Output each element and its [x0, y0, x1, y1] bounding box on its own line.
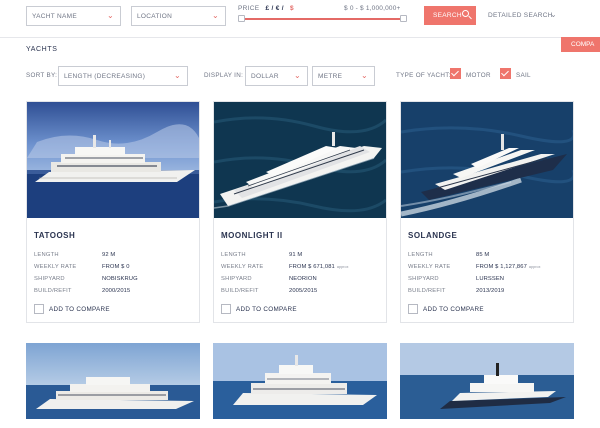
currency-select-value: DOLLAR	[251, 73, 279, 80]
type-of-yacht-label: TYPE OF YACHT:	[396, 72, 451, 79]
spec-value: FROM $ 0	[102, 264, 130, 270]
spec-label: BUILD/REFIT	[34, 288, 72, 294]
spec-value: 85 M	[476, 252, 490, 258]
spec-value: 2000/2015	[102, 288, 131, 294]
weekly-rate-value: FROM $ 1,127,867	[476, 264, 527, 270]
spec-value: LURSSEN	[476, 276, 505, 282]
spec-label: LENGTH	[34, 252, 59, 258]
spec-value: 91 M	[289, 252, 303, 258]
yacht-photo[interactable]	[400, 343, 574, 419]
price-slider-track[interactable]	[240, 18, 404, 20]
yacht-card[interactable]: MOONLIGHT II LENGTH 91 M WEEKLY RATE FRO…	[213, 101, 387, 323]
spec-value: NEORION	[289, 276, 317, 282]
spec-label: SHIPYARD	[408, 276, 439, 282]
yacht-card[interactable]: TATOOSH LENGTH 92 M WEEKLY RATE FROM $ 0…	[26, 101, 200, 323]
compare-label: ADD TO COMPARE	[423, 306, 484, 313]
yacht-card[interactable]: SOLANDGE LENGTH 85 M WEEKLY RATE FROM $ …	[400, 101, 574, 323]
spec-value: FROM $ 671,081 approx	[289, 264, 348, 270]
spec-value: NOBISKRUG	[102, 276, 138, 282]
unit-select[interactable]: METRE ⌄	[312, 66, 375, 86]
chevron-down-icon: ⌄	[211, 11, 219, 20]
currency-usd-toggle[interactable]: $	[290, 5, 294, 12]
price-label: PRICE £ / € / $	[238, 5, 294, 12]
yacht-photo[interactable]	[401, 102, 573, 218]
location-select[interactable]: LOCATION ⌄	[131, 6, 226, 26]
sail-checkbox[interactable]	[500, 68, 511, 79]
spec-value: 2013/2019	[476, 288, 505, 294]
header-divider	[0, 37, 600, 38]
spec-label: LENGTH	[408, 252, 433, 258]
spec-label: BUILD/REFIT	[221, 288, 259, 294]
compare-tab[interactable]: COMPA	[561, 37, 600, 52]
price-range-readout: $ 0 - $ 1,000,000+	[344, 5, 401, 12]
page-title: YACHTS	[26, 46, 58, 53]
compare-label: ADD TO COMPARE	[49, 306, 110, 313]
weekly-rate-value: FROM $ 0	[102, 264, 130, 270]
detailed-search-toggle[interactable]: DETAILED SEARCH ⌄	[488, 10, 557, 19]
spec-label: BUILD/REFIT	[408, 288, 446, 294]
spec-label: WEEKLY RATE	[408, 264, 451, 270]
unit-select-value: METRE	[318, 73, 343, 80]
yacht-photo[interactable]	[26, 343, 200, 419]
chevron-down-icon: ⌄	[293, 71, 301, 80]
motor-checkbox[interactable]	[450, 68, 461, 79]
spec-label: WEEKLY RATE	[221, 264, 264, 270]
detailed-search-label: DETAILED SEARCH	[488, 12, 553, 19]
spec-value: 92 M	[102, 252, 116, 258]
compare-checkbox[interactable]	[408, 304, 418, 314]
spec-label: WEEKLY RATE	[34, 264, 77, 270]
price-title: PRICE	[238, 5, 260, 12]
search-button[interactable]: SEARCH	[424, 6, 476, 25]
yacht-name-select-label: YACHT NAME	[32, 13, 78, 20]
weekly-rate-value: FROM $ 671,081	[289, 264, 335, 270]
chevron-down-icon: ⌄	[106, 11, 114, 20]
search-button-label: SEARCH	[433, 12, 462, 19]
spec-label: LENGTH	[221, 252, 246, 258]
yacht-photo[interactable]	[213, 343, 387, 419]
compare-checkbox[interactable]	[221, 304, 231, 314]
yacht-name-select[interactable]: YACHT NAME ⌄	[26, 6, 121, 26]
yacht-photo[interactable]	[214, 102, 386, 218]
location-select-label: LOCATION	[137, 13, 173, 20]
compare-label: ADD TO COMPARE	[236, 306, 297, 313]
compare-checkbox[interactable]	[34, 304, 44, 314]
price-slider-max-handle[interactable]	[400, 15, 407, 22]
chevron-down-icon: ⌄	[360, 71, 368, 80]
sort-by-label: SORT BY:	[26, 72, 58, 79]
sort-by-select[interactable]: LENGTH (DECREASING) ⌄	[58, 66, 188, 86]
search-bar: YACHT NAME ⌄ LOCATION ⌄ PRICE £ / € / $ …	[0, 0, 600, 38]
yacht-name[interactable]: SOLANDGE	[408, 231, 457, 240]
sail-label: SAIL	[516, 72, 531, 79]
motor-label: MOTOR	[466, 72, 491, 79]
rate-note: approx	[528, 265, 541, 269]
price-slider-min-handle[interactable]	[238, 15, 245, 22]
chevron-down-icon: ⌄	[550, 10, 558, 19]
yacht-name[interactable]: TATOOSH	[34, 231, 75, 240]
spec-value: FROM $ 1,127,867 approx	[476, 264, 541, 270]
spec-value: 2005/2015	[289, 288, 318, 294]
rate-note: approx	[336, 265, 349, 269]
spec-label: SHIPYARD	[221, 276, 252, 282]
search-icon	[462, 10, 469, 17]
spec-label: SHIPYARD	[34, 276, 65, 282]
display-in-label: DISPLAY IN:	[204, 72, 244, 79]
yacht-photo[interactable]	[27, 102, 199, 218]
currency-select[interactable]: DOLLAR ⌄	[245, 66, 308, 86]
yacht-name[interactable]: MOONLIGHT II	[221, 231, 283, 240]
chevron-down-icon: ⌄	[173, 71, 181, 80]
currency-gbp-eur-toggle[interactable]: £ / € /	[265, 5, 283, 12]
sort-by-value: LENGTH (DECREASING)	[64, 73, 146, 80]
